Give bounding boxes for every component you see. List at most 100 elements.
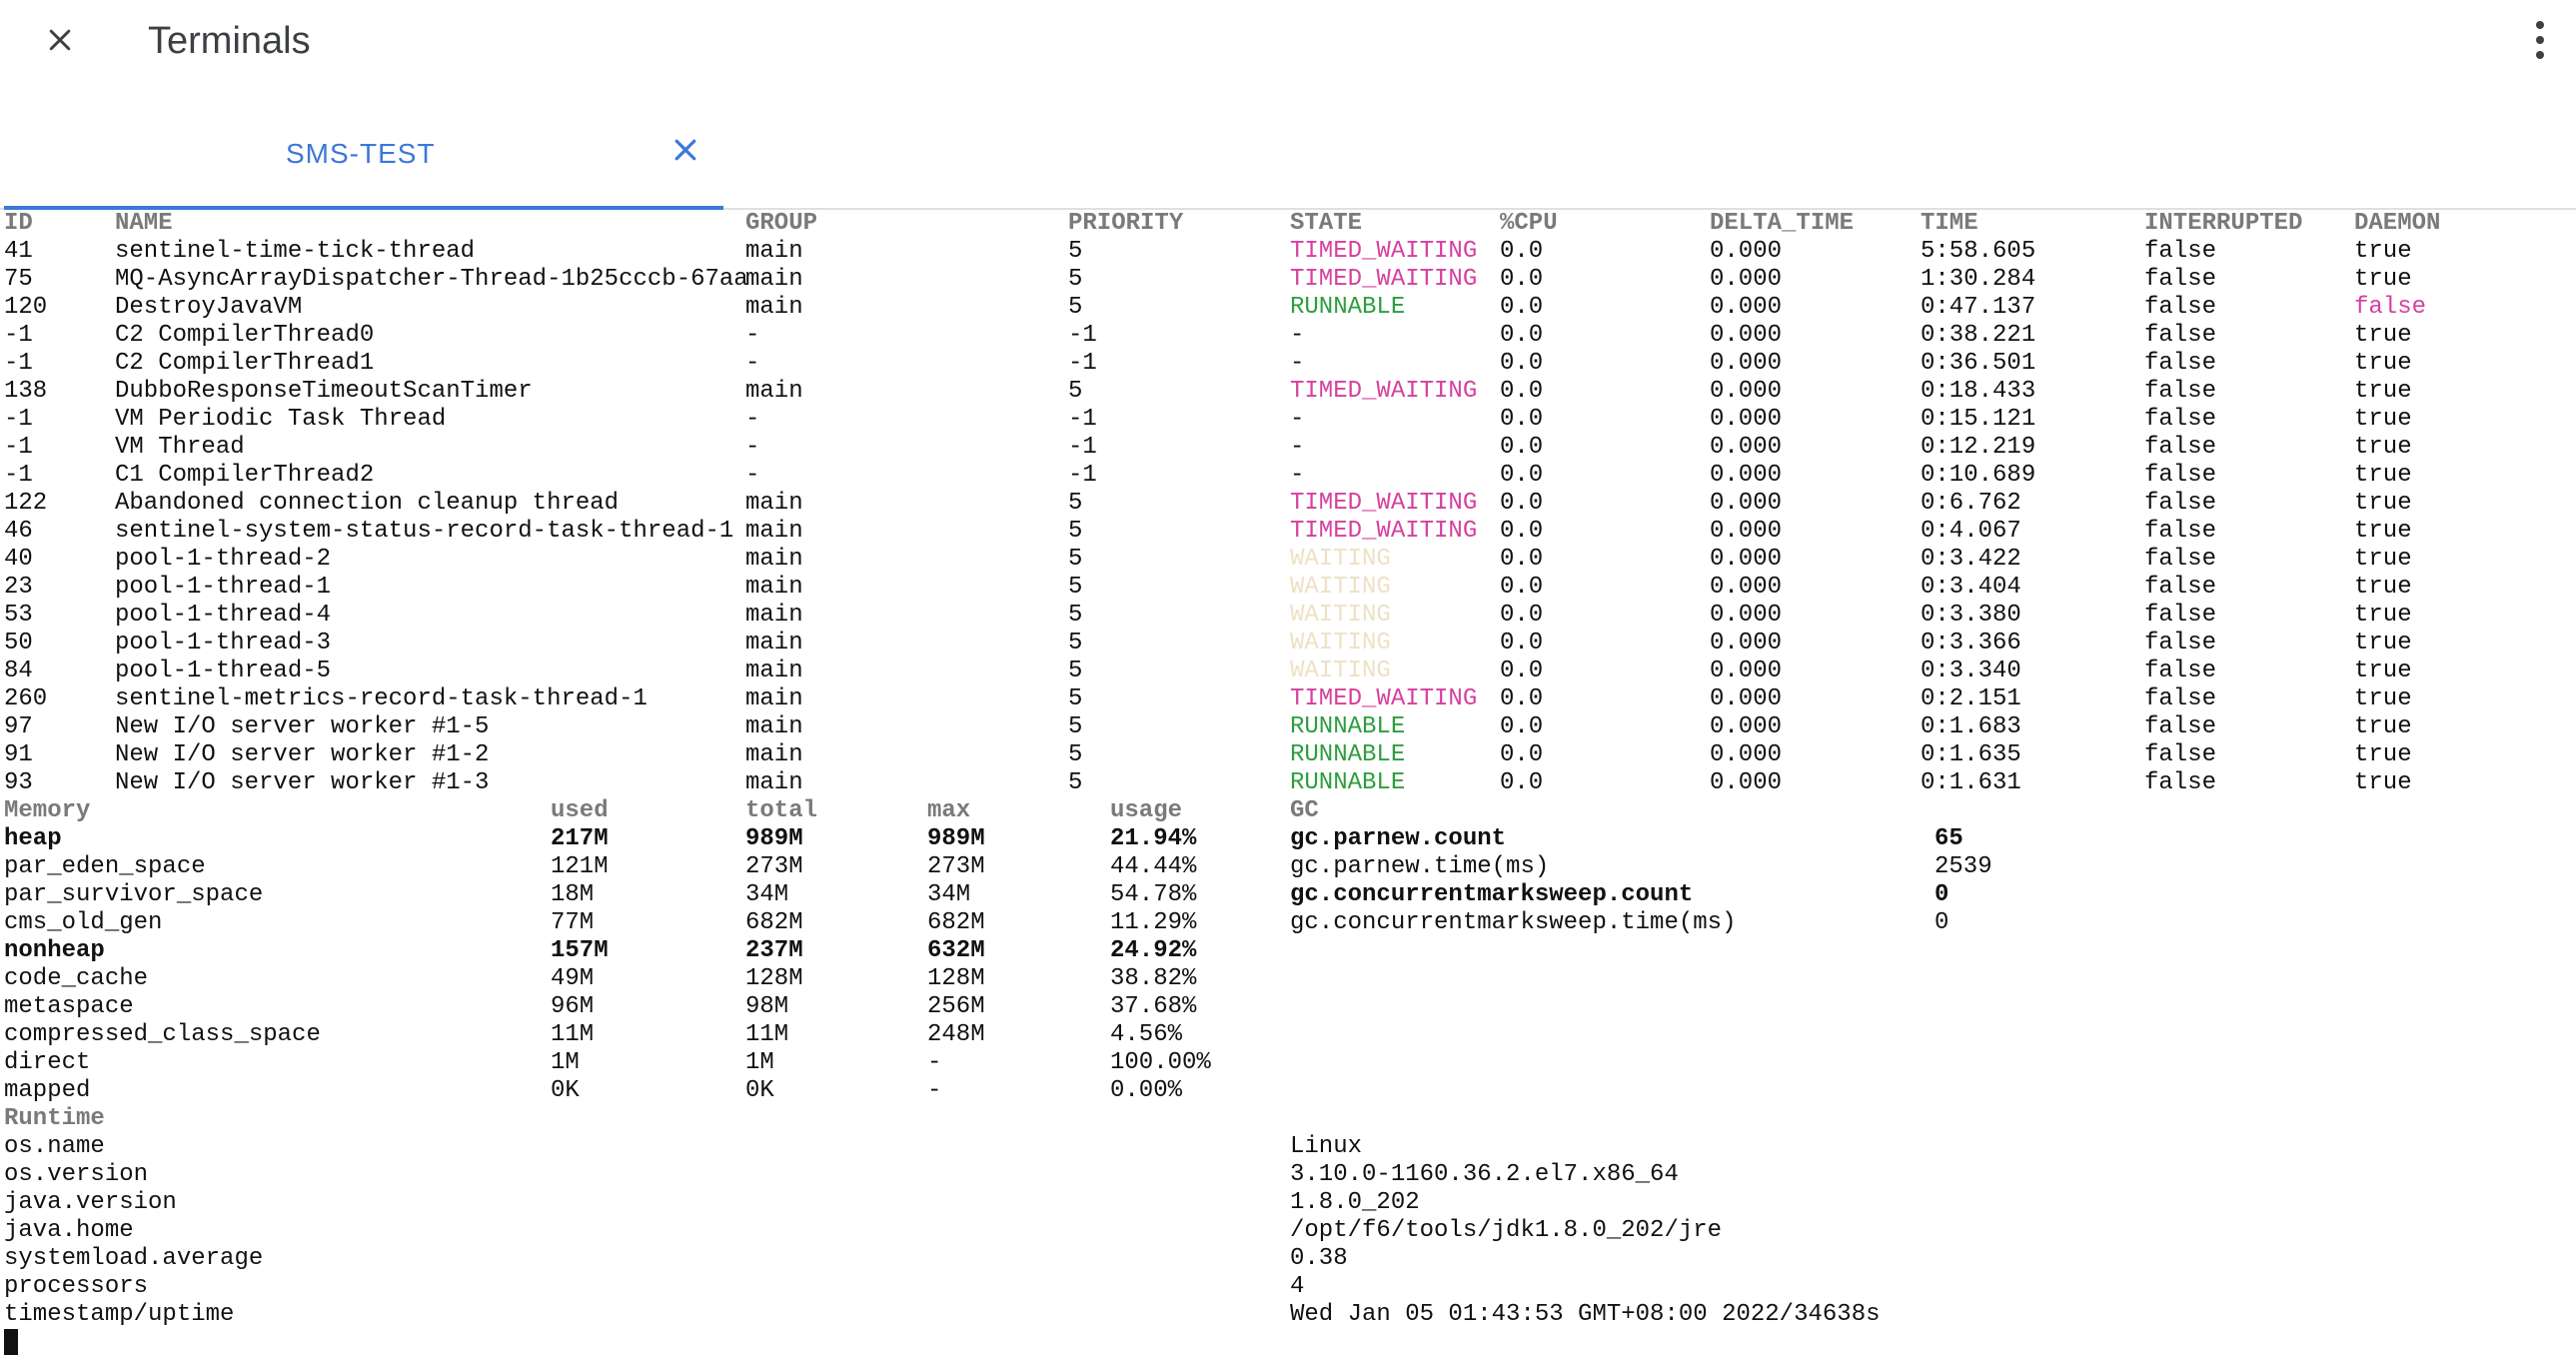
thread-cell: 97	[4, 713, 33, 740]
thread-cell: -1	[1068, 322, 1097, 349]
thread-cell: main	[745, 378, 803, 405]
memory-cell: -	[927, 1077, 942, 1104]
memory-cell: metaspace	[4, 993, 134, 1020]
thread-row: 50 pool-1-thread-3 main 5 WAITING 0.0 0.000 0:3…	[4, 630, 2572, 658]
memory-cell: 121M	[551, 853, 609, 880]
thread-cell: main	[745, 574, 803, 601]
thread-cell: 0.000	[1710, 322, 1783, 349]
more-vert-icon	[2536, 21, 2544, 29]
memory-cell: 11M	[551, 1021, 595, 1048]
thread-cell: RUNNABLE	[1290, 741, 1406, 768]
thread-cell: TIMED_WAITING	[1290, 685, 1478, 712]
memory-row: code_cache 49M 128M 128M 38.82%	[4, 965, 2572, 993]
thread-cell: DestroyJavaVM	[115, 294, 303, 321]
thread-cell: TIMED_WAITING	[1290, 266, 1478, 293]
thread-cell: -1	[1068, 462, 1097, 489]
thread-cell: 0:18.433	[1921, 378, 2036, 405]
memory-cell: 256M	[927, 993, 985, 1020]
thread-row: 46 sentinel-system-status-record-task-thr…	[4, 518, 2572, 546]
thread-cell: 5	[1068, 546, 1083, 573]
memory-cell: 98M	[745, 993, 789, 1020]
thread-cell: 0:3.366	[1921, 630, 2021, 657]
thread-cell: New I/O server worker #1-3	[115, 769, 490, 796]
thread-cell: 260	[4, 685, 48, 712]
gc-key: gc.concurrentmarksweep.time(ms)	[1290, 909, 1737, 936]
thread-cell: 5	[1068, 658, 1083, 684]
thread-cell: false	[2144, 769, 2217, 796]
memory-cell: 34M	[927, 881, 971, 908]
thread-cell: RUNNABLE	[1290, 294, 1406, 321]
thread-cell: false	[2144, 713, 2217, 740]
memory-cell: 237M	[745, 937, 803, 964]
thread-cell: 0:10.689	[1921, 462, 2036, 489]
gc-key: gc.parnew.time(ms)	[1290, 853, 1550, 880]
thread-cell: WAITING	[1290, 630, 1391, 657]
thread-cell: 0:1.631	[1921, 769, 2021, 796]
thread-cell: false	[2144, 602, 2217, 629]
thread-cell: -	[745, 322, 760, 349]
runtime-value: Linux	[1290, 1133, 1363, 1160]
thread-cell: -1	[4, 322, 33, 349]
thread-cell: false	[2144, 266, 2217, 293]
thread-row: 260 sentinel-metrics-record-task-thread-1…	[4, 685, 2572, 713]
thread-cell: 0:47.137	[1921, 294, 2036, 321]
runtime-key: os.version	[4, 1161, 149, 1188]
thread-cell: true	[2354, 741, 2412, 768]
thread-cell: 0.000	[1710, 546, 1783, 573]
close-icon	[674, 139, 696, 161]
memory-row: par_eden_space 121M 273M 273M 44.44% gc.parne…	[4, 853, 2572, 881]
thread-cell: WAITING	[1290, 574, 1391, 601]
memory-cell: code_cache	[4, 965, 149, 992]
thread-cell: main	[745, 602, 803, 629]
thread-cell: -	[745, 350, 760, 377]
thread-cell: true	[2354, 322, 2412, 349]
thread-cell: 0.000	[1710, 713, 1783, 740]
thread-cell: 0.0	[1500, 546, 1544, 573]
thread-cell: 0.0	[1500, 518, 1544, 545]
column-header: ID	[4, 210, 33, 237]
thread-cell: main	[745, 490, 803, 517]
thread-cell: MQ-AsyncArrayDispatcher-Thread-1b25cccb-…	[115, 266, 748, 293]
thread-row: 75 MQ-AsyncArrayDispatcher-Thread-1b25ccc…	[4, 266, 2572, 294]
thread-cell: 0.0	[1500, 238, 1544, 265]
thread-cell: 0.0	[1500, 378, 1544, 405]
thread-cell: 5	[1068, 769, 1083, 796]
thread-cell: 1:30.284	[1921, 266, 2036, 293]
thread-cell: 0:38.221	[1921, 322, 2036, 349]
thread-cell: -	[1290, 462, 1305, 489]
thread-cell: true	[2354, 238, 2412, 265]
thread-row: 93 New I/O server worker #1-3 main 5 RUNNABL…	[4, 769, 2572, 797]
close-terminals-button[interactable]	[34, 18, 86, 62]
thread-cell: DubboResponseTimeoutScanTimer	[115, 378, 533, 405]
more-options-button[interactable]	[2518, 14, 2562, 66]
tab-sms-test[interactable]: SMS-TEST	[4, 118, 723, 210]
thread-cell: -1	[1068, 406, 1097, 433]
thread-cell: false	[2144, 350, 2217, 377]
memory-header: Memory used total max usage GC	[4, 797, 2572, 825]
memory-row: heap 217M 989M 989M 21.94% gc.parnew.count 65	[4, 825, 2572, 853]
thread-cell: false	[2144, 685, 2217, 712]
thread-cell: -	[745, 462, 760, 489]
thread-cell: 5	[1068, 602, 1083, 629]
thread-cell: 0:12.219	[1921, 434, 2036, 461]
runtime-key: timestamp/uptime	[4, 1301, 235, 1328]
memory-cell: par_eden_space	[4, 853, 206, 880]
close-tab-button[interactable]	[663, 128, 707, 172]
thread-cell: RUNNABLE	[1290, 769, 1406, 796]
thread-cell: 0.000	[1710, 378, 1783, 405]
thread-row: 122 Abandoned connection cleanup thread ma…	[4, 490, 2572, 518]
thread-cell: sentinel-system-status-record-task-threa…	[115, 518, 734, 545]
thread-cell: 0.000	[1710, 490, 1783, 517]
memory-cell: 54.78%	[1110, 881, 1197, 908]
memory-cell: direct	[4, 1049, 91, 1076]
thread-cell: 122	[4, 490, 48, 517]
thread-cell: 5	[1068, 713, 1083, 740]
memory-row: metaspace 96M 98M 256M 37.68%	[4, 993, 2572, 1021]
thread-cell: 0:3.380	[1921, 602, 2021, 629]
terminal-output[interactable]: ID NAME GROUP PRIORITY STATE %CPU DELTA_TIME TI…	[4, 210, 2572, 1357]
thread-cell: -	[1290, 350, 1305, 377]
thread-cell: pool-1-thread-4	[115, 602, 332, 629]
thread-cell: 0.000	[1710, 434, 1783, 461]
memory-cell: 0K	[745, 1077, 774, 1104]
gc-key: gc.parnew.count	[1290, 825, 1507, 852]
